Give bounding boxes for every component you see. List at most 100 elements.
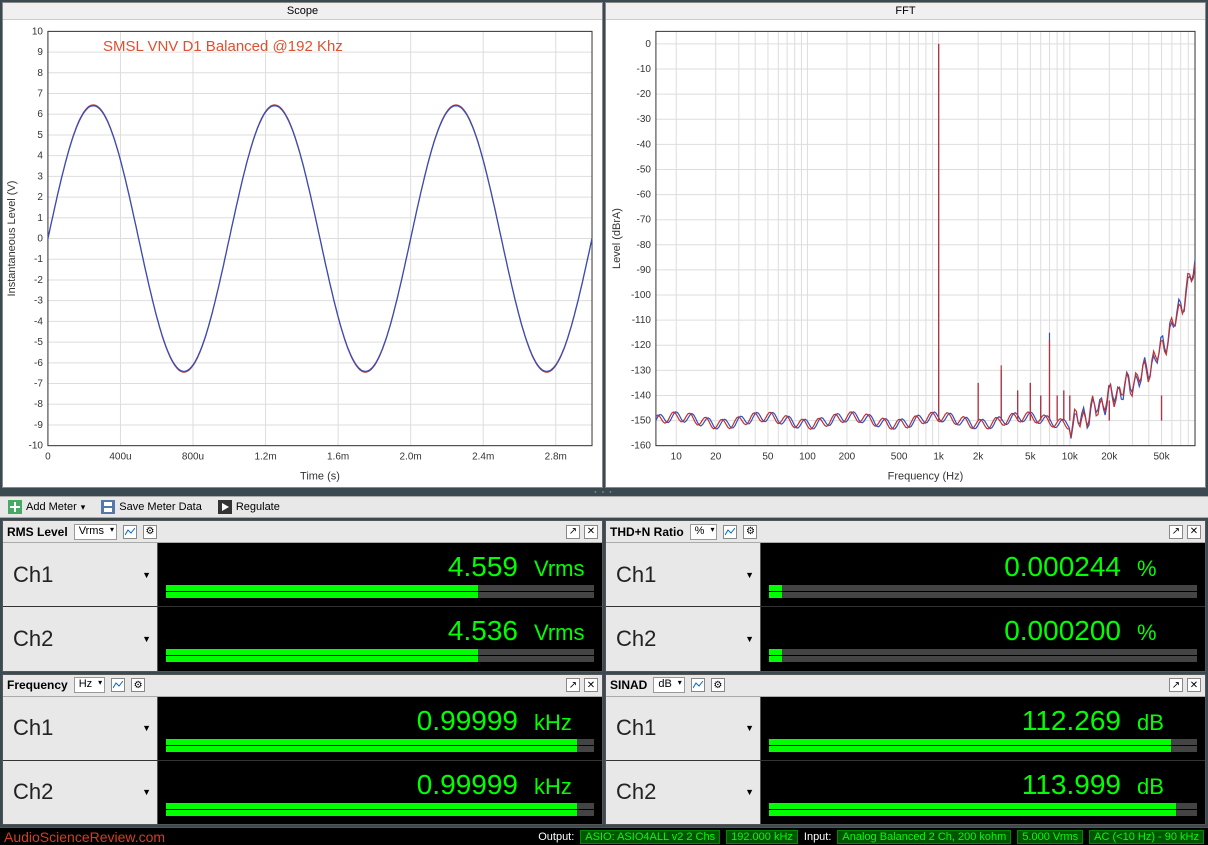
rms-ch2-display: 4.536 Vrms	[158, 607, 602, 670]
gear-icon[interactable]: ⚙	[711, 678, 725, 692]
sinad-meter-body: Ch1 ▼ 112.269 dB	[606, 697, 1205, 825]
sinad-ch1-row: Ch1 ▼ 112.269 dB	[606, 697, 1205, 761]
input-level-chip[interactable]: 5.000 Vrms	[1017, 830, 1083, 844]
rms-ch1-value: 4.559	[448, 551, 518, 583]
output-device-chip[interactable]: ASIO: ASIO4ALL v2 2 Chs	[580, 830, 720, 844]
thdn-unit-select[interactable]: %	[690, 524, 718, 540]
fft-body[interactable]: -160-150-140-130-120-110-100-90-80-70-60…	[606, 20, 1205, 487]
graph-icon[interactable]	[111, 678, 125, 692]
svg-text:1k: 1k	[933, 452, 944, 463]
svg-text:-120: -120	[631, 340, 651, 351]
rms-ch2-row: Ch2 ▼ 4.536 Vrms	[3, 607, 602, 670]
svg-text:-40: -40	[637, 139, 652, 150]
freq-meter-body: Ch1 ▼ 0.99999 kHz	[3, 697, 602, 825]
thdn-ch1-display: 0.000244 %	[761, 543, 1205, 606]
ch2-label: Ch2	[616, 779, 656, 805]
freq-ch2-row: Ch2 ▼ 0.99999 kHz	[3, 761, 602, 824]
close-icon[interactable]: ✕	[584, 525, 598, 539]
freq-ch1-value: 0.99999	[417, 705, 518, 737]
ch1-label: Ch1	[13, 715, 53, 741]
thdn-meter-panel: THD+N Ratio % ⚙ ↗ ✕ Ch1 ▼ 0.000244	[605, 520, 1206, 672]
thdn-ch1-row: Ch1 ▼ 0.000244 %	[606, 543, 1205, 607]
sinad-unit-select[interactable]: dB	[653, 677, 684, 693]
svg-text:-160: -160	[631, 441, 651, 452]
popout-icon[interactable]: ↗	[566, 678, 580, 692]
freq-meter-header: Frequency Hz ⚙ ↗ ✕	[3, 675, 602, 697]
freq-ch2-bar2	[166, 810, 594, 816]
ch2-label: Ch2	[13, 626, 53, 652]
input-bw-chip[interactable]: AC (<10 Hz) - 90 kHz	[1089, 830, 1204, 844]
chevron-down-icon[interactable]: ▼	[142, 787, 151, 797]
svg-text:0: 0	[45, 452, 51, 463]
scope-body[interactable]: SMSL VNV D1 Balanced @192 Khz -10-9-8-7-…	[3, 20, 602, 487]
svg-text:200: 200	[839, 452, 856, 463]
svg-text:8: 8	[37, 68, 43, 79]
regulate-button[interactable]: Regulate	[214, 500, 284, 514]
chevron-down-icon[interactable]: ▼	[745, 787, 754, 797]
svg-text:-150: -150	[631, 416, 651, 427]
popout-icon[interactable]: ↗	[1169, 525, 1183, 539]
sinad-ch1-bar1	[769, 739, 1197, 745]
chevron-down-icon[interactable]: ▼	[142, 634, 151, 644]
sinad-ch1-value: 112.269	[1022, 705, 1121, 737]
ch1-label: Ch1	[13, 562, 53, 588]
thdn-ch1-unit: %	[1137, 556, 1197, 582]
rms-ch1-row: Ch1 ▼ 4.559 Vrms	[3, 543, 602, 607]
svg-text:-70: -70	[637, 215, 652, 226]
thdn-ch1-bar1	[769, 585, 1197, 591]
add-meter-button[interactable]: Add Meter ▾	[4, 500, 89, 514]
close-icon[interactable]: ✕	[584, 678, 598, 692]
graph-icon[interactable]	[123, 525, 137, 539]
svg-text:-2: -2	[34, 275, 43, 286]
thdn-ch2-unit: %	[1137, 620, 1197, 646]
thdn-meter-name: THD+N Ratio	[610, 525, 684, 539]
svg-text:400u: 400u	[109, 452, 131, 463]
freq-ch2-unit: kHz	[534, 774, 594, 800]
sample-rate-chip[interactable]: 192.000 kHz	[726, 830, 798, 844]
freq-unit-select[interactable]: Hz	[74, 677, 105, 693]
chevron-down-icon[interactable]: ▼	[745, 634, 754, 644]
sinad-meter-name: SINAD	[610, 678, 647, 692]
popout-icon[interactable]: ↗	[566, 525, 580, 539]
svg-text:800u: 800u	[182, 452, 204, 463]
thdn-ch2-row: Ch2 ▼ 0.000200 %	[606, 607, 1205, 670]
svg-text:50k: 50k	[1153, 452, 1169, 463]
sinad-ch1-unit: dB	[1137, 710, 1197, 736]
scope-title: Scope	[3, 3, 602, 20]
rms-ch2-label-box: Ch2 ▼	[3, 607, 158, 670]
scope-svg: -10-9-8-7-6-5-4-3-2-10123456789100400u80…	[3, 20, 602, 487]
save-meter-button[interactable]: Save Meter Data	[97, 500, 206, 514]
svg-text:5k: 5k	[1025, 452, 1036, 463]
graph-icon[interactable]	[723, 525, 737, 539]
sinad-ch2-bar1	[769, 803, 1197, 809]
svg-text:2k: 2k	[973, 452, 984, 463]
svg-text:100: 100	[799, 452, 816, 463]
rms-ch1-bar1	[166, 585, 594, 591]
graph-icon[interactable]	[691, 678, 705, 692]
svg-text:-10: -10	[637, 64, 652, 75]
svg-text:-50: -50	[637, 164, 652, 175]
chevron-down-icon: ▾	[81, 502, 86, 513]
fft-panel: FFT -160-150-140-130-120-110-100-90-80-7…	[605, 2, 1206, 488]
svg-text:-110: -110	[632, 315, 652, 326]
close-icon[interactable]: ✕	[1187, 678, 1201, 692]
popout-icon[interactable]: ↗	[1169, 678, 1183, 692]
gear-icon[interactable]: ⚙	[743, 525, 757, 539]
sinad-ch2-value: 113.999	[1022, 769, 1121, 801]
freq-ch2-bar1	[166, 803, 594, 809]
input-device-chip[interactable]: Analog Balanced 2 Ch, 200 kohm	[837, 830, 1011, 844]
gear-icon[interactable]: ⚙	[143, 525, 157, 539]
chevron-down-icon[interactable]: ▼	[142, 570, 151, 580]
chevron-down-icon[interactable]: ▼	[745, 570, 754, 580]
thdn-meter-body: Ch1 ▼ 0.000244 %	[606, 543, 1205, 671]
chevron-down-icon[interactable]: ▼	[745, 723, 754, 733]
rms-unit-select[interactable]: Vrms	[74, 524, 117, 540]
thdn-ch2-display: 0.000200 %	[761, 607, 1205, 670]
gear-icon[interactable]: ⚙	[131, 678, 145, 692]
chevron-down-icon[interactable]: ▼	[142, 723, 151, 733]
svg-text:0: 0	[645, 39, 651, 50]
thdn-ch2-bar2	[769, 656, 1197, 662]
close-icon[interactable]: ✕	[1187, 525, 1201, 539]
thdn-meter-header: THD+N Ratio % ⚙ ↗ ✕	[606, 521, 1205, 543]
rms-meter-body: Ch1 ▼ 4.559 Vrms	[3, 543, 602, 671]
